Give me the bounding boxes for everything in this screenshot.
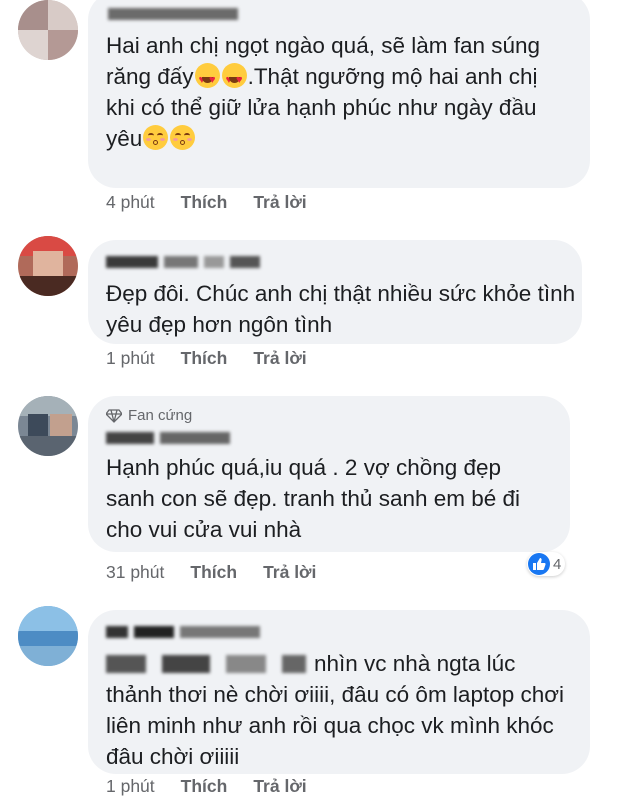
comment-time[interactable]: 4 phút <box>106 192 155 213</box>
comment-actions: 1 phút Thích Trả lời <box>106 776 307 797</box>
commenter-name-blurred[interactable] <box>106 426 550 450</box>
heart-eyes-emoji-icon <box>194 63 220 96</box>
reply-button[interactable]: Trả lời <box>253 192 306 213</box>
comment-time[interactable]: 1 phút <box>106 776 155 797</box>
fan-badge: Fan cứng <box>106 406 550 426</box>
kissing-emoji-icon <box>143 125 169 150</box>
commenter-name-blurred[interactable] <box>106 620 570 644</box>
avatar[interactable] <box>18 396 78 456</box>
comment-time[interactable]: 1 phút <box>106 348 155 369</box>
like-button[interactable]: Thích <box>181 192 228 213</box>
comment-text: Hạnh phúc quá,iu quá . 2 vợ chồng đẹp sa… <box>106 455 521 542</box>
comment-actions: 1 phút Thích Trả lời <box>106 348 307 369</box>
comment-bubble: Hai anh chị ngọt ngào quá, sẽ làm fan sú… <box>88 0 590 188</box>
comment-actions: 31 phút Thích Trả lời <box>106 562 316 583</box>
diamond-icon <box>106 409 122 423</box>
comment-bubble: Đẹp đôi. Chúc anh chị thật nhiều sức khỏ… <box>88 240 582 344</box>
comment-text: nhìn vc nhà ngta lúc thảnh thơi nè chời … <box>106 651 565 769</box>
comment-actions: 4 phút Thích Trả lời <box>106 192 307 213</box>
like-reaction-icon <box>528 553 550 575</box>
reply-button[interactable]: Trả lời <box>253 348 306 369</box>
commenter-name-blurred[interactable] <box>106 250 562 274</box>
heart-eyes-emoji-icon <box>221 63 247 96</box>
comment-bubble: Fan cứng Hạnh phúc quá,iu quá . 2 vợ chồ… <box>88 396 570 552</box>
comment-time[interactable]: 31 phút <box>106 562 164 583</box>
like-button[interactable]: Thích <box>181 348 228 369</box>
kissing-emoji-icon <box>170 125 196 150</box>
reply-button[interactable]: Trả lời <box>253 776 306 797</box>
reaction-summary[interactable]: 4 <box>527 552 566 576</box>
comment-text: Đẹp đôi. Chúc anh chị thật nhiều sức khỏ… <box>106 281 576 337</box>
like-button[interactable]: Thích <box>181 776 228 797</box>
comment-bubble: nhìn vc nhà ngta lúc thảnh thơi nè chời … <box>88 610 590 774</box>
blurred-mention <box>106 655 306 673</box>
comment-text: Hai anh chị ngọt ngào quá, sẽ làm fan sú… <box>106 30 570 154</box>
avatar[interactable] <box>18 236 78 296</box>
avatar[interactable] <box>18 0 78 60</box>
like-button[interactable]: Thích <box>190 562 237 583</box>
avatar[interactable] <box>18 606 78 666</box>
commenter-name-blurred[interactable] <box>106 2 570 26</box>
reply-button[interactable]: Trả lời <box>263 562 316 583</box>
